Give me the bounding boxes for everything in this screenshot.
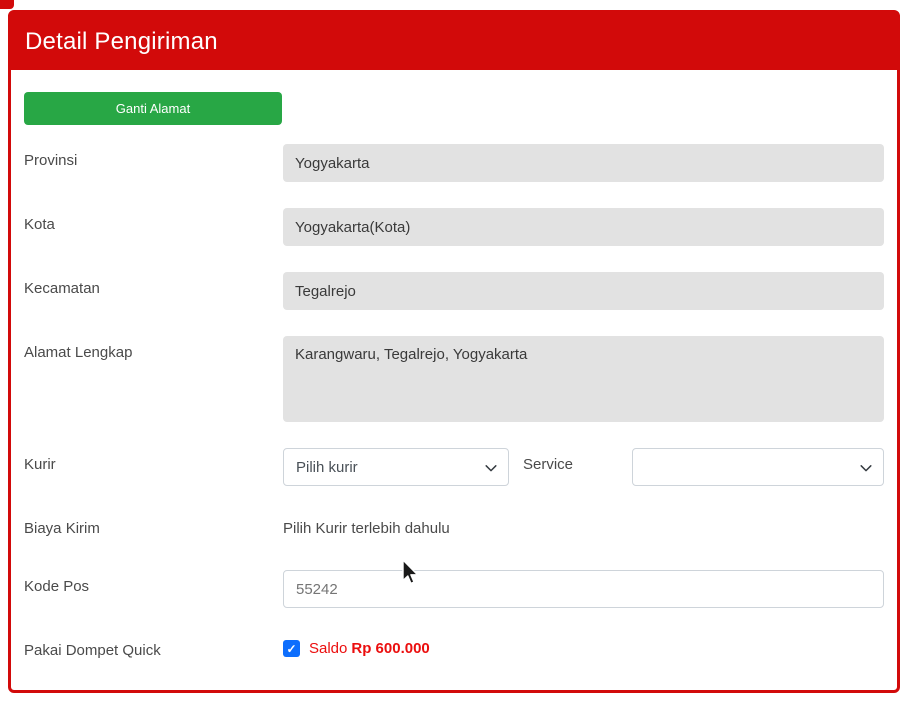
saldo-label: Saldo	[309, 640, 347, 657]
row-kecamatan: Kecamatan Tegalrejo	[24, 272, 884, 310]
saldo-amount: Rp 600.000	[351, 640, 429, 657]
kurir-select[interactable]: Pilih kurir	[283, 448, 509, 486]
kota-label: Kota	[24, 208, 283, 246]
kurir-label: Kurir	[24, 448, 283, 486]
alamat-lengkap-textarea: Karangwaru, Tegalrejo, Yogyakarta	[283, 336, 884, 422]
row-provinsi: Provinsi Yogyakarta	[24, 144, 884, 182]
service-select[interactable]	[632, 448, 884, 486]
dompet-label: Pakai Dompet Quick	[24, 634, 283, 660]
row-biaya-kirim: Biaya Kirim Pilih Kurir terlebih dahulu	[24, 512, 884, 544]
row-kurir: Kurir Pilih kurir Service	[24, 448, 884, 486]
card-body: Ganti Alamat Provinsi Yogyakarta Kota Yo…	[11, 70, 897, 660]
provinsi-field: Yogyakarta	[283, 144, 884, 182]
biaya-kirim-label: Biaya Kirim	[24, 512, 283, 544]
kota-field: Yogyakarta(Kota)	[283, 208, 884, 246]
detail-pengiriman-card: Detail Pengiriman Ganti Alamat Provinsi …	[8, 10, 900, 693]
top-left-red-fragment	[0, 0, 14, 9]
row-kode-pos: Kode Pos	[24, 570, 884, 608]
alamat-lengkap-label: Alamat Lengkap	[24, 336, 283, 422]
chevron-down-icon	[859, 461, 873, 475]
service-label: Service	[523, 448, 573, 473]
chevron-down-icon	[484, 461, 498, 475]
row-alamat-lengkap: Alamat Lengkap Karangwaru, Tegalrejo, Yo…	[24, 336, 884, 422]
dompet-checkbox[interactable]: ✓	[283, 640, 300, 657]
row-kota: Kota Yogyakarta(Kota)	[24, 208, 884, 246]
kecamatan-label: Kecamatan	[24, 272, 283, 310]
change-address-button[interactable]: Ganti Alamat	[24, 92, 282, 125]
biaya-kirim-value: Pilih Kurir terlebih dahulu	[283, 512, 884, 537]
kode-pos-label: Kode Pos	[24, 570, 283, 608]
row-dompet: Pakai Dompet Quick ✓ SaldoRp 600.000	[24, 634, 884, 660]
page-title: Detail Pengiriman	[25, 28, 218, 56]
provinsi-label: Provinsi	[24, 144, 283, 182]
saldo-text: SaldoRp 600.000	[309, 640, 430, 657]
kecamatan-field: Tegalrejo	[283, 272, 884, 310]
check-icon: ✓	[286, 643, 296, 655]
kode-pos-input[interactable]	[283, 570, 884, 608]
card-header: Detail Pengiriman	[11, 13, 897, 70]
kurir-select-value: Pilih kurir	[296, 459, 358, 476]
